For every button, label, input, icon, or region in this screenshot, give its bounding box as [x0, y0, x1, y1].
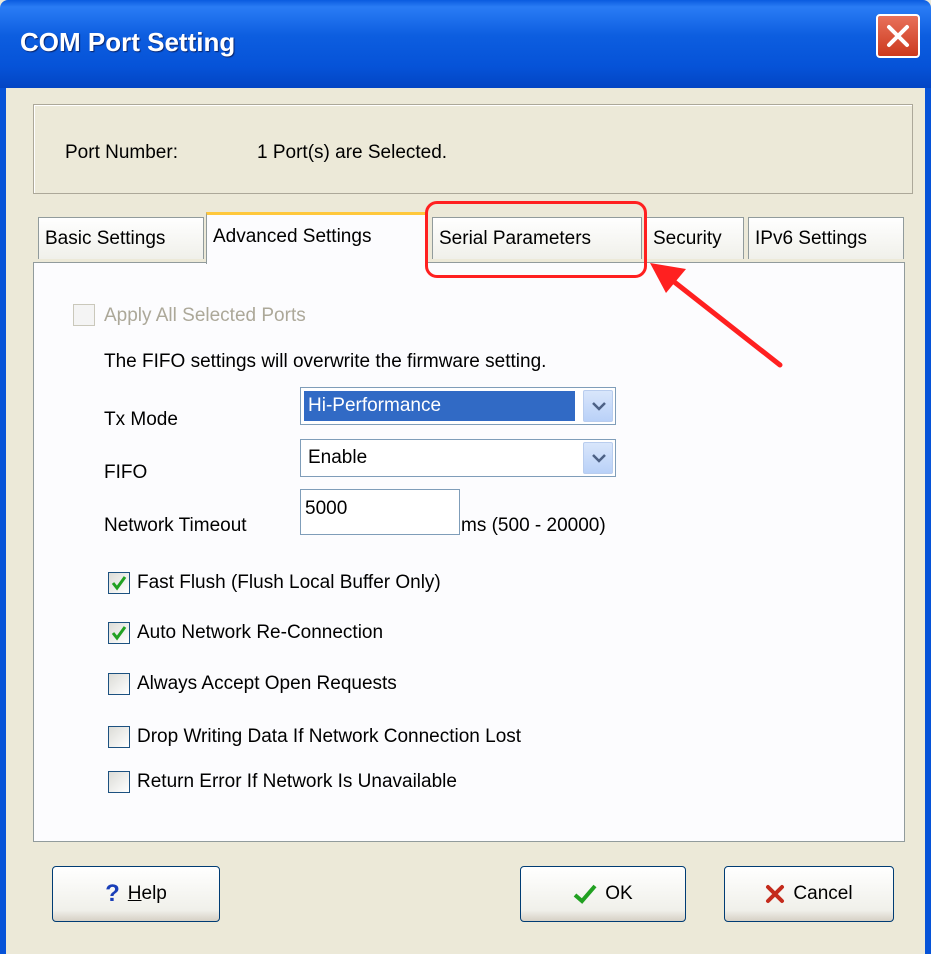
tx-mode-label: Tx Mode [104, 409, 178, 430]
fifo-select[interactable]: Enable [300, 439, 616, 477]
close-button[interactable] [876, 14, 920, 58]
port-number-value: 1 Port(s) are Selected. [257, 142, 448, 163]
fifo-label: FIFO [104, 462, 148, 483]
drop-writing-data-checkbox[interactable] [108, 726, 130, 748]
serial-parameters-highlight [425, 201, 647, 278]
network-timeout-input[interactable]: 5000 [300, 489, 460, 535]
cancel-button-label: Cancel [793, 883, 853, 904]
network-timeout-label: Network Timeout [104, 515, 247, 536]
tab-advanced-settings[interactable]: Advanced Settings [206, 212, 428, 264]
window-frame-left [0, 88, 6, 954]
checkmark-icon [573, 884, 597, 904]
apply-all-label: Apply All Selected Ports [104, 305, 306, 326]
checkmark-icon [111, 576, 127, 591]
apply-all-checkbox[interactable] [73, 304, 95, 326]
drop-writing-data-label: Drop Writing Data If Network Connection … [137, 726, 522, 747]
help-icon: ? [105, 880, 120, 907]
chevron-down-icon [592, 454, 606, 463]
tab-security[interactable]: Security [646, 217, 744, 259]
auto-reconnect-label: Auto Network Re-Connection [137, 622, 384, 643]
checkmark-icon [111, 626, 127, 641]
ok-button-label: OK [605, 883, 633, 904]
fifo-value: Enable [308, 447, 368, 468]
fast-flush-label: Fast Flush (Flush Local Buffer Only) [137, 572, 441, 593]
close-icon [887, 25, 909, 47]
chevron-down-icon [592, 402, 606, 411]
title-bar[interactable]: COM Port Setting [0, 0, 931, 88]
always-accept-label: Always Accept Open Requests [137, 673, 397, 694]
help-label-rest: elp [141, 883, 167, 904]
network-timeout-range: ms (500 - 20000) [461, 515, 606, 536]
com-port-setting-dialog: COM Port Setting Port Number: 1 Port(s) … [0, 0, 931, 954]
return-error-label: Return Error If Network Is Unavailable [137, 771, 457, 792]
tx-mode-value: Hi-Performance [304, 391, 575, 421]
tab-ipv6-settings[interactable]: IPv6 Settings [748, 217, 904, 259]
tx-mode-dropdown-button[interactable] [583, 390, 613, 422]
x-icon [766, 885, 785, 903]
cancel-button[interactable]: Cancel [724, 866, 894, 922]
help-button-label: Help [128, 883, 167, 905]
fifo-note: The FIFO settings will overwrite the fir… [104, 351, 547, 372]
red-arrow-annotation [650, 263, 783, 368]
port-number-label: Port Number: [65, 142, 178, 163]
help-button[interactable]: ? Help [52, 866, 220, 922]
fast-flush-checkbox[interactable] [108, 572, 130, 594]
help-mnemonic: H [127, 883, 142, 904]
window-title: COM Port Setting [20, 27, 236, 57]
fifo-dropdown-button[interactable] [583, 442, 613, 474]
always-accept-checkbox[interactable] [108, 673, 130, 695]
return-error-checkbox[interactable] [108, 771, 130, 793]
auto-reconnect-checkbox[interactable] [108, 622, 130, 644]
ok-button[interactable]: OK [520, 866, 686, 922]
tab-basic-settings[interactable]: Basic Settings [38, 217, 204, 259]
window-frame-right [925, 88, 931, 954]
tx-mode-select[interactable]: Hi-Performance [300, 387, 616, 425]
